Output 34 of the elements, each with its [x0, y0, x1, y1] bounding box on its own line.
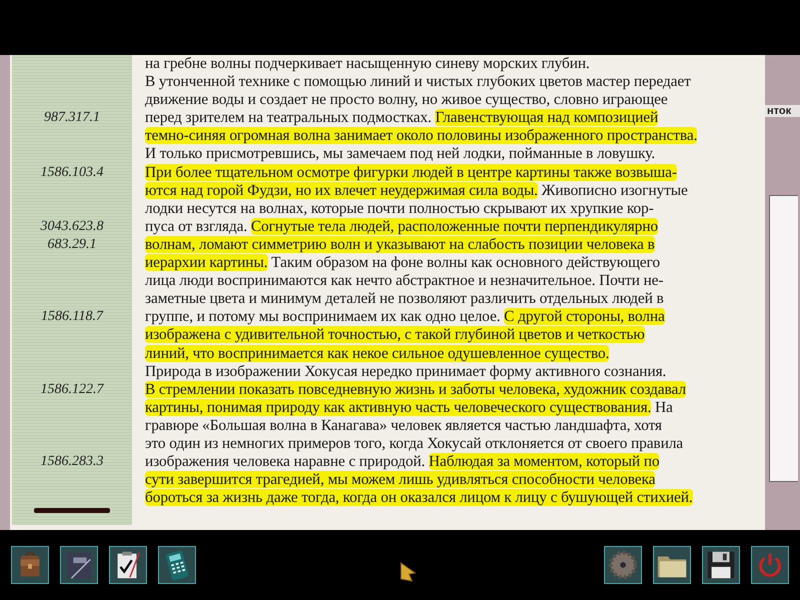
- floppy-icon[interactable]: [702, 546, 740, 584]
- notebook-icon[interactable]: [60, 546, 98, 584]
- text-line: заметные цвета и минимум деталей не позволяют различить отдельных людей в: [145, 290, 665, 308]
- phone-icon[interactable]: [158, 546, 196, 584]
- background-label: нток: [765, 105, 800, 117]
- text-line: на гребне волны подчеркивает насыщенную синеву морских глубин.: [145, 55, 591, 74]
- reference-number: 1586.118.7: [41, 308, 103, 326]
- text-line: Природа в изображении Хокусая нередко принимает форму активного сознания.: [145, 362, 668, 381]
- text-line: пуса от взгляда. Согнутые тела людей, расположенные почти перпендикулярно: [145, 218, 659, 236]
- reference-number: 1586.103.4: [40, 164, 104, 182]
- text-line: ются над горой Фудзи, но их влечет неудержимая сила воды. Живописно изогнутые: [145, 182, 689, 200]
- text-line: лодки несутся на волнах, которые почти полностью скрывают их хрупкие кор-: [145, 200, 655, 218]
- reference-number: 3043.623.8: [40, 218, 104, 236]
- reference-number: 683.29.1: [48, 236, 96, 254]
- text-line: изображения человека наравне с природой. Наблюдая за моментом, который по: [145, 453, 660, 472]
- reference-number: 987.317.1: [44, 109, 100, 128]
- reference-number: 1586.283.3: [40, 453, 104, 472]
- reference-number: 1586.122.7: [40, 380, 104, 399]
- text-line: И только присмотревшись, мы замечаем под ней лодки, пойманные в ловушку.: [145, 145, 656, 164]
- text-line: картины, понимая природу как активную часть человеческого существования. На: [145, 398, 674, 417]
- bag-icon[interactable]: [11, 546, 49, 584]
- gear-icon[interactable]: [604, 546, 642, 584]
- text-line: перед зрителем на театральных подмостках. Главенствующая над композицией: [145, 109, 660, 128]
- text-line: лица люди воспринимаются как нечто абстрактное и незначительное. Почти не-: [145, 272, 664, 290]
- text-line: группе, и потому мы воспринимаем их как одно целое. С другой стороны, волна: [145, 308, 666, 326]
- text-line: гравюре «Большая волна в Канагава» человек является частью ландшафта, хотя: [145, 416, 663, 435]
- checklist-icon[interactable]: [109, 546, 147, 584]
- text-line: это один из немногих примеров того, когда Хокусай отклоняется от своего правила: [145, 434, 684, 454]
- text-line: иерархии картины. Таким образом на фоне волны как основного действующего: [145, 254, 661, 272]
- power-icon[interactable]: [751, 546, 789, 584]
- folder-icon[interactable]: [653, 546, 691, 584]
- text-line: В утонченной технике с помощью линий и чистых глубоких цветов мастер передает: [145, 73, 692, 92]
- cursor-icon: [400, 562, 416, 582]
- text-line: движение воды и создает не просто волну, но живое существо, словно играющее: [145, 91, 669, 110]
